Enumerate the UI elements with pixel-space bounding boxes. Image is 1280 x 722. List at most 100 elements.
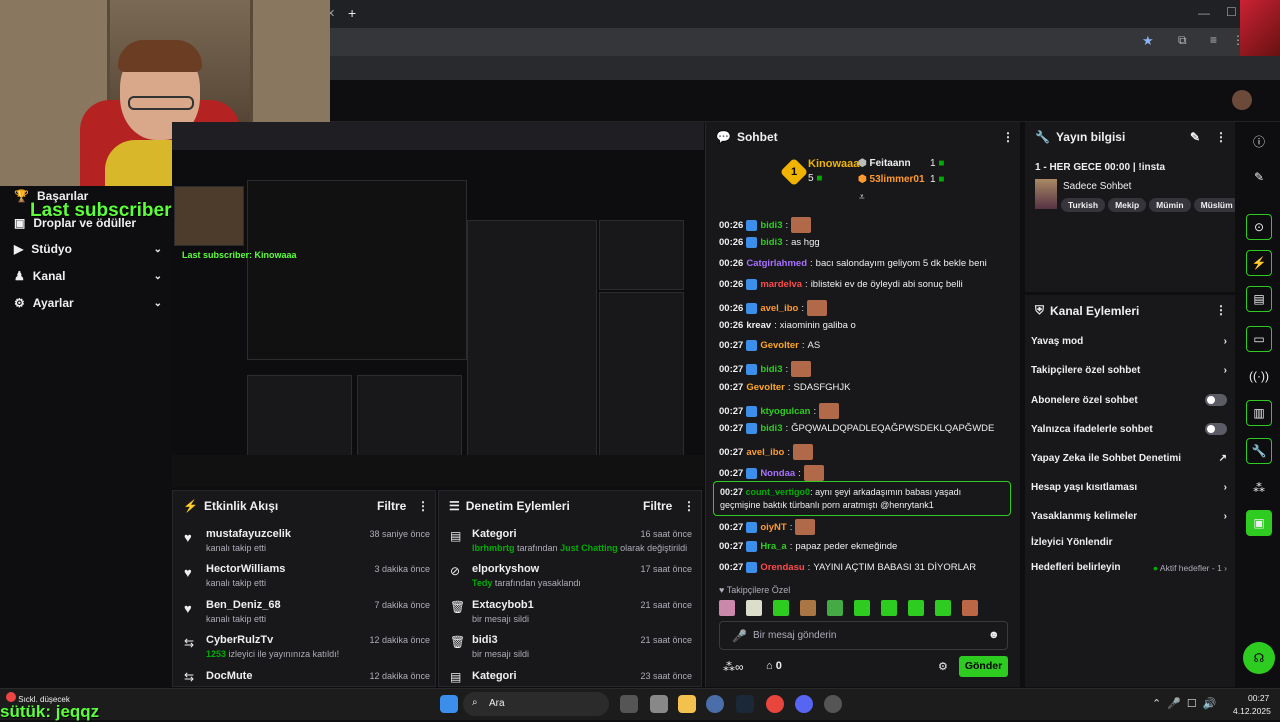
steam-icon[interactable]	[736, 695, 754, 713]
maximize-icon[interactable]: ☐	[1226, 5, 1237, 19]
chat-message[interactable]: 00:26 Catgirlahmed: bacı salondayım geliyo…	[719, 258, 987, 269]
obs-icon[interactable]	[824, 695, 842, 713]
chat-message[interactable]: 00:27 oiyNT:	[719, 519, 816, 535]
nav-studio[interactable]: ▶ Stüdyo ⌄	[14, 242, 162, 256]
widgets-icon[interactable]	[650, 695, 668, 713]
tag[interactable]: Mekip	[1108, 198, 1147, 212]
action-slow-mode[interactable]: Yavaş mod ›	[1031, 336, 1227, 347]
wrench-icon[interactable]: 🔧	[1246, 438, 1272, 464]
chat-message[interactable]: 00:27 Gevolter: SDASFGHJK	[719, 382, 851, 393]
chat-message[interactable]: 00:26 bidi3:	[719, 217, 812, 233]
edit-icon[interactable]: ✎	[1246, 164, 1272, 190]
action-subscribers-only[interactable]: Abonelere özel sohbet	[1031, 394, 1227, 406]
action-ai-moderation[interactable]: Yapay Zeka ile Sohbet Denetimi ↗	[1031, 453, 1227, 464]
chat-message[interactable]: 00:27 bidi3:	[719, 361, 812, 377]
tag[interactable]: Turkish	[1061, 198, 1106, 212]
emote-row	[719, 600, 1009, 616]
followers-only-label: Takipçilere Özel	[726, 585, 791, 595]
collapse-icon[interactable]: ⩡	[859, 192, 865, 203]
chat-input[interactable]: 🎤 Bir mesaj gönderin ☻	[719, 621, 1008, 650]
more-icon[interactable]: ⋮	[683, 499, 695, 513]
action-banned-words[interactable]: Yasaklanmış kelimeler ›	[1031, 511, 1227, 522]
taskbar-search[interactable]: ⌕ Ara	[463, 692, 609, 716]
system-tray[interactable]: ⌃🎤☐🔊	[1152, 697, 1222, 710]
chat-message[interactable]: 00:27 bidi3: ĞPQWALDQPADLEQAĞPWSDEKLQAPĞWD…	[719, 423, 994, 434]
new-tab-button[interactable]: +	[348, 5, 356, 21]
chat-message[interactable]: 00:27 avel_ibo:	[719, 444, 813, 460]
heart-icon: ♥	[184, 601, 192, 616]
send-button[interactable]: Gönder	[959, 656, 1008, 677]
windows-start-icon[interactable]	[440, 695, 458, 713]
chat-message[interactable]: 00:27 Nondaa:	[719, 465, 824, 481]
app-icon[interactable]	[706, 695, 724, 713]
chat-message[interactable]: 00:27 ktyogulcan:	[719, 403, 840, 419]
file-explorer-icon[interactable]	[678, 695, 696, 713]
chat-message[interactable]: 00:27 Gevolter: AS	[719, 340, 820, 351]
more-icon[interactable]: ⋮	[417, 499, 429, 513]
more-icon[interactable]: ⋮	[1002, 130, 1014, 144]
chat-title: Sohbet	[736, 130, 778, 144]
emoji-icon[interactable]: ☻	[988, 629, 1000, 641]
media-icon[interactable]: ≡	[1210, 33, 1217, 47]
tag[interactable]: Müslüm	[1193, 198, 1235, 212]
layout-icon[interactable]: ▥	[1246, 400, 1272, 426]
chat-message[interactable]: 00:27 Hra_a: papaz peder ekmeğinde	[719, 541, 897, 552]
nav-channel[interactable]: ♟ Kanal ⌄	[14, 269, 162, 283]
trash-icon: 🗑	[450, 635, 466, 649]
target-icon[interactable]: ⊙	[1246, 214, 1272, 240]
chrome-icon[interactable]	[766, 695, 784, 713]
chat-message[interactable]: 00:26 avel_ibo:	[719, 300, 827, 316]
avatar[interactable]	[1232, 90, 1252, 110]
profile-thumbnail[interactable]	[1240, 0, 1280, 56]
tag[interactable]: Mümin	[1149, 198, 1191, 212]
bottom-user-overlay: sütük: jeqqz	[0, 702, 100, 721]
stream-category[interactable]: Sadece Sohbet	[1063, 181, 1131, 192]
info-icon[interactable]: ⓘ	[1246, 128, 1272, 154]
bookmark-star-icon[interactable]: ★	[1142, 33, 1154, 49]
activity-title: Etkinlik Akışı	[203, 499, 279, 513]
bookmarks-bar	[330, 56, 1280, 80]
more-icon[interactable]: ⋮	[1215, 130, 1227, 144]
discord-icon[interactable]	[795, 695, 813, 713]
action-account-age[interactable]: Hesap yaşı kısıtlaması ›	[1031, 482, 1227, 493]
badge-icon	[746, 521, 758, 533]
right-toolbar: ⓘ ✎ ⊙ ⚡ ▤ ▭ ((·)) ▥ 🔧 ⁂ ▣ ☊	[1237, 122, 1280, 687]
action-set-goals[interactable]: Hedefleri belirleyin ● Aktif hedefler - 1…	[1031, 562, 1227, 573]
chat-icon[interactable]: ▭	[1246, 326, 1272, 352]
emote-image	[791, 361, 812, 377]
action-redirect-viewers[interactable]: İzleyici Yönlendir	[1031, 537, 1227, 548]
moderation-filter-button[interactable]: Filtre	[643, 499, 672, 513]
microphone-icon[interactable]: 🎤	[732, 629, 747, 643]
address-bar[interactable]: ★ ⧉ ≡ ⋮	[330, 28, 1280, 56]
chat-message[interactable]: 00:27 Orendasu: YAYINI AÇTIM BABASI 31 DİY…	[719, 562, 976, 573]
gift-icon: ▣	[14, 216, 26, 230]
subscribers-only-toggle[interactable]	[1205, 394, 1227, 406]
badge-icon	[746, 237, 758, 248]
app-icon[interactable]: ▣	[1246, 510, 1272, 536]
emote-image	[819, 403, 840, 419]
chat-settings-icon[interactable]: ⚙	[938, 660, 948, 673]
action-followers-only[interactable]: Takipçilere özel sohbet ›	[1031, 365, 1227, 376]
badge-icon	[746, 405, 758, 417]
activity-filter-button[interactable]: Filtre	[377, 499, 406, 513]
drops-icon[interactable]: ⁂	[1246, 475, 1272, 501]
goal-status: Aktif hedefler - 1	[1159, 562, 1222, 573]
more-icon[interactable]: ⋮	[1215, 303, 1227, 317]
emote-only-toggle[interactable]	[1205, 423, 1227, 435]
broadcast-icon[interactable]: ((·))	[1246, 363, 1272, 389]
channel-points-icon[interactable]: ⁂∞	[723, 660, 744, 674]
lightning-icon[interactable]: ⚡	[1246, 250, 1272, 276]
document-icon[interactable]: ▤	[1246, 286, 1272, 312]
edit-icon[interactable]: ✎	[1190, 130, 1200, 144]
chat-message[interactable]: 00:26 mardelva: iblisteki ev de öyleydi ab…	[719, 279, 963, 290]
nav-settings[interactable]: ⚙ Ayarlar ⌄	[14, 296, 162, 310]
support-icon[interactable]: ☊	[1243, 642, 1275, 674]
clock-date: 4.12.2025	[1233, 706, 1271, 716]
extensions-icon[interactable]: ⧉	[1178, 33, 1187, 48]
silver-badge-icon: ⬢	[858, 158, 867, 169]
action-emote-only[interactable]: Yalnızca ifadelerle sohbet	[1031, 423, 1227, 435]
minimize-icon[interactable]: —	[1198, 6, 1210, 20]
chat-message[interactable]: 00:26 kreav: xiaominin galiba o	[719, 320, 856, 331]
task-view-icon[interactable]	[620, 695, 638, 713]
chat-message[interactable]: 00:26 bidi3: as hgg	[719, 237, 820, 248]
